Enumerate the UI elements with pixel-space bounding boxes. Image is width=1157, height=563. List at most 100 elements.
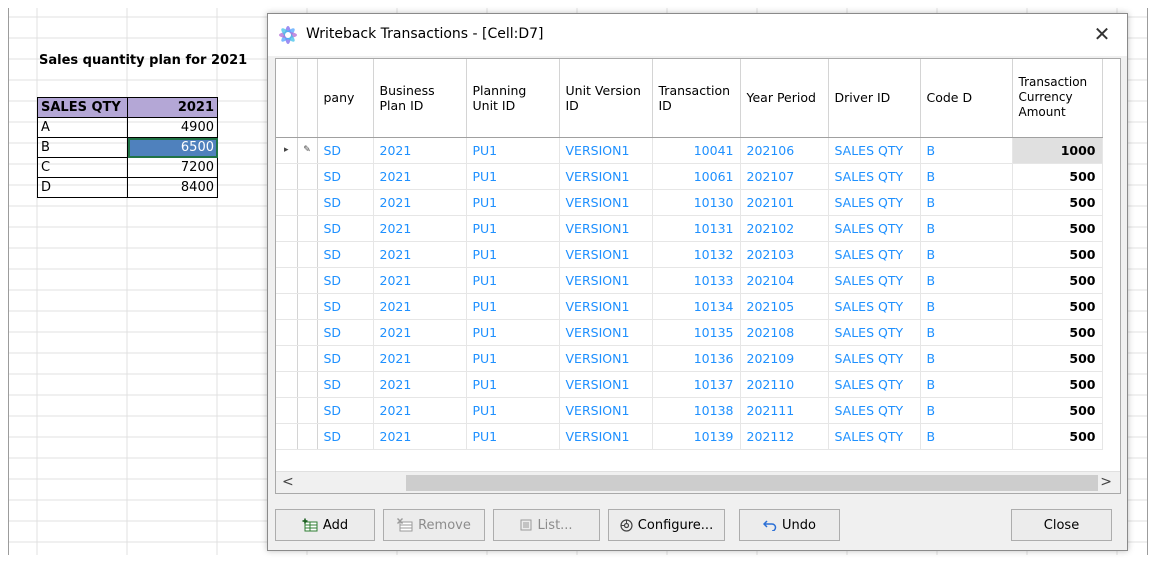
row-indicator[interactable]: ▸ bbox=[276, 137, 298, 164]
col-header-code-d[interactable]: Code D bbox=[920, 59, 1013, 138]
cell-driver-id[interactable]: SALES QTY bbox=[828, 215, 921, 242]
cell-transaction-id[interactable]: 10137 bbox=[652, 371, 741, 398]
scroll-left-icon[interactable]: < bbox=[282, 474, 294, 490]
edit-indicator[interactable]: ✎ bbox=[297, 137, 318, 164]
table-row[interactable]: SD 2021 PU1 VERSION1 10137 202110 SALES QTY B 50… bbox=[276, 371, 1103, 398]
cell-unit-version[interactable]: VERSION1 bbox=[559, 423, 653, 450]
cell-transaction-id[interactable]: 10132 bbox=[652, 241, 741, 268]
cell-label-b[interactable]: B bbox=[37, 137, 128, 158]
table-row[interactable]: SD 2021 PU1 VERSION1 10136 202109 SALES QTY B 50… bbox=[276, 345, 1103, 372]
row-indicator[interactable] bbox=[276, 397, 298, 424]
cell-driver-id[interactable]: SALES QTY bbox=[828, 137, 921, 164]
cell-amount[interactable]: 500 bbox=[1012, 241, 1103, 268]
cell-business-plan[interactable]: 2021 bbox=[373, 293, 467, 320]
cell-transaction-id[interactable]: 10130 bbox=[652, 189, 741, 216]
cell-year-period[interactable]: 202102 bbox=[740, 215, 829, 242]
cell-value-b-selected[interactable]: 6500 bbox=[127, 137, 218, 158]
cell-business-plan[interactable]: 2021 bbox=[373, 345, 467, 372]
edit-indicator[interactable] bbox=[297, 397, 318, 424]
cell-planning-unit[interactable]: PU1 bbox=[466, 345, 560, 372]
configure-button[interactable]: Configure... bbox=[608, 509, 725, 541]
cell-transaction-id[interactable]: 10131 bbox=[652, 215, 741, 242]
scroll-right-icon[interactable]: > bbox=[1100, 474, 1112, 490]
cell-amount[interactable]: 500 bbox=[1012, 319, 1103, 346]
cell-year-period[interactable]: 202101 bbox=[740, 189, 829, 216]
cell-unit-version[interactable]: VERSION1 bbox=[559, 241, 653, 268]
edit-indicator[interactable] bbox=[297, 423, 318, 450]
horizontal-scrollbar[interactable]: < > bbox=[276, 471, 1120, 493]
cell-company[interactable]: SD bbox=[317, 137, 374, 164]
cell-driver-id[interactable]: SALES QTY bbox=[828, 319, 921, 346]
cell-year-period[interactable]: 202103 bbox=[740, 241, 829, 268]
cell-transaction-id[interactable]: 10135 bbox=[652, 319, 741, 346]
cell-planning-unit[interactable]: PU1 bbox=[466, 163, 560, 190]
edit-indicator[interactable] bbox=[297, 319, 318, 346]
cell-planning-unit[interactable]: PU1 bbox=[466, 189, 560, 216]
cell-code-d[interactable]: B bbox=[920, 319, 1013, 346]
cell-unit-version[interactable]: VERSION1 bbox=[559, 293, 653, 320]
edit-indicator[interactable] bbox=[297, 371, 318, 398]
cell-transaction-id[interactable]: 10041 bbox=[652, 137, 741, 164]
cell-business-plan[interactable]: 2021 bbox=[373, 423, 467, 450]
cell-unit-version[interactable]: VERSION1 bbox=[559, 163, 653, 190]
cell-transaction-id[interactable]: 10133 bbox=[652, 267, 741, 294]
row-indicator[interactable] bbox=[276, 163, 298, 190]
cell-code-d[interactable]: B bbox=[920, 241, 1013, 268]
cell-code-d[interactable]: B bbox=[920, 137, 1013, 164]
scrollbar-thumb[interactable] bbox=[406, 475, 1098, 491]
cell-planning-unit[interactable]: PU1 bbox=[466, 293, 560, 320]
cell-planning-unit[interactable]: PU1 bbox=[466, 397, 560, 424]
cell-business-plan[interactable]: 2021 bbox=[373, 215, 467, 242]
header-sales-qty[interactable]: SALES QTY bbox=[37, 97, 128, 118]
cell-year-period[interactable]: 202111 bbox=[740, 397, 829, 424]
col-header-planning-unit[interactable]: Planning Unit ID bbox=[466, 59, 560, 138]
cell-year-period[interactable]: 202109 bbox=[740, 345, 829, 372]
cell-code-d[interactable]: B bbox=[920, 163, 1013, 190]
edit-indicator[interactable] bbox=[297, 189, 318, 216]
cell-business-plan[interactable]: 2021 bbox=[373, 137, 467, 164]
col-header-year-period[interactable]: Year Period bbox=[740, 59, 829, 138]
col-header-transaction-id[interactable]: Transaction ID bbox=[652, 59, 741, 138]
add-button[interactable]: Add bbox=[275, 509, 375, 541]
cell-amount[interactable]: 500 bbox=[1012, 423, 1103, 450]
cell-label-c[interactable]: C bbox=[37, 157, 128, 178]
list-button[interactable]: List... bbox=[493, 509, 600, 541]
cell-company[interactable]: SD bbox=[317, 241, 374, 268]
cell-code-d[interactable]: B bbox=[920, 397, 1013, 424]
cell-unit-version[interactable]: VERSION1 bbox=[559, 137, 653, 164]
table-row[interactable]: SD 2021 PU1 VERSION1 10132 202103 SALES QTY B 50… bbox=[276, 241, 1103, 268]
cell-year-period[interactable]: 202112 bbox=[740, 423, 829, 450]
cell-amount[interactable]: 500 bbox=[1012, 189, 1103, 216]
close-button[interactable]: Close bbox=[1011, 509, 1112, 541]
col-header-amount[interactable]: Transaction Currency Amount bbox=[1012, 59, 1103, 138]
remove-button[interactable]: Remove bbox=[383, 509, 485, 541]
cell-transaction-id[interactable]: 10136 bbox=[652, 345, 741, 372]
row-indicator[interactable] bbox=[276, 241, 298, 268]
close-icon[interactable]: ✕ bbox=[1091, 23, 1113, 45]
cell-driver-id[interactable]: SALES QTY bbox=[828, 371, 921, 398]
cell-planning-unit[interactable]: PU1 bbox=[466, 215, 560, 242]
cell-company[interactable]: SD bbox=[317, 189, 374, 216]
cell-transaction-id[interactable]: 10138 bbox=[652, 397, 741, 424]
cell-value-a[interactable]: 4900 bbox=[127, 117, 218, 138]
cell-label-a[interactable]: A bbox=[37, 117, 128, 138]
cell-code-d[interactable]: B bbox=[920, 371, 1013, 398]
cell-code-d[interactable]: B bbox=[920, 189, 1013, 216]
cell-amount[interactable]: 500 bbox=[1012, 293, 1103, 320]
edit-indicator[interactable] bbox=[297, 267, 318, 294]
cell-driver-id[interactable]: SALES QTY bbox=[828, 163, 921, 190]
table-row[interactable]: SD 2021 PU1 VERSION1 10131 202102 SALES QTY B 50… bbox=[276, 215, 1103, 242]
cell-year-period[interactable]: 202106 bbox=[740, 137, 829, 164]
table-row[interactable]: SD 2021 PU1 VERSION1 10134 202105 SALES QTY B 50… bbox=[276, 293, 1103, 320]
cell-amount[interactable]: 500 bbox=[1012, 215, 1103, 242]
cell-driver-id[interactable]: SALES QTY bbox=[828, 397, 921, 424]
dialog-titlebar[interactable]: Writeback Transactions - [Cell:D7] ✕ bbox=[268, 14, 1127, 56]
table-row[interactable]: SD 2021 PU1 VERSION1 10139 202112 SALES QTY B 50… bbox=[276, 423, 1103, 450]
header-year[interactable]: 2021 bbox=[127, 97, 218, 118]
cell-planning-unit[interactable]: PU1 bbox=[466, 137, 560, 164]
cell-company[interactable]: SD bbox=[317, 293, 374, 320]
cell-code-d[interactable]: B bbox=[920, 345, 1013, 372]
cell-unit-version[interactable]: VERSION1 bbox=[559, 189, 653, 216]
table-row[interactable]: SD 2021 PU1 VERSION1 10135 202108 SALES QTY B 50… bbox=[276, 319, 1103, 346]
cell-business-plan[interactable]: 2021 bbox=[373, 267, 467, 294]
